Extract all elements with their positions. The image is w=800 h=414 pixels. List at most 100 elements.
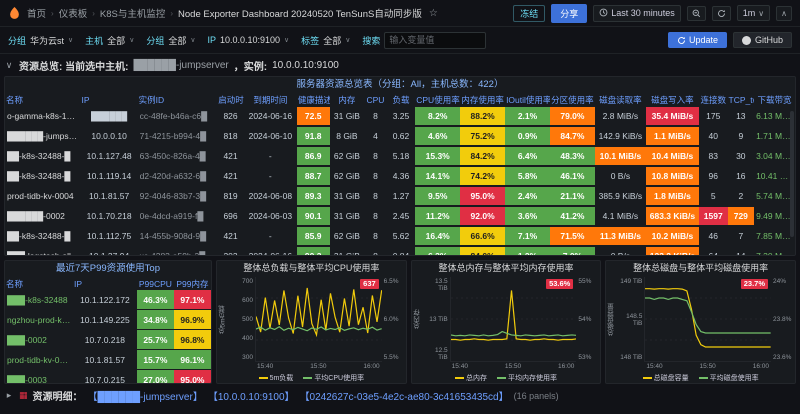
caret-right-icon: ▸ — [4, 390, 14, 401]
github-button[interactable]: GitHub — [733, 32, 792, 48]
legend-item[interactable]: 5m负载 — [259, 373, 294, 383]
column-header[interactable]: 磁盘写入率 — [646, 93, 699, 107]
cell-dr: 0 B/s — [595, 166, 646, 186]
chart-title[interactable]: 整体总磁盘与整体平均磁盘使用率 — [606, 261, 795, 275]
overview-table-title[interactable]: 服务器资源总览表（分组：All，主机总数：422） — [5, 77, 795, 93]
table-row[interactable]: ███-logstash-all10.1.37.94xc-4283-a59b-3… — [5, 246, 795, 256]
plot-area[interactable]: 23.7% — [644, 277, 771, 362]
column-header[interactable]: 到期时间 — [244, 93, 297, 107]
variable-label: 标签 — [301, 34, 319, 47]
cell-tw: 729 — [728, 206, 755, 226]
plot-area[interactable]: 53.6% — [450, 277, 577, 362]
table-scrollbar[interactable] — [790, 111, 794, 237]
collapse-topbar-button[interactable]: ∧ — [776, 6, 792, 21]
cell-dw: 35.4 MiB/s — [646, 107, 699, 126]
cell-tw: 2 — [728, 186, 755, 206]
refresh-icon[interactable] — [712, 6, 731, 21]
caret-down-icon: ∨ — [4, 60, 14, 71]
table-row[interactable]: ███-000310.7.0.21527.0%95.0% — [5, 370, 211, 385]
cell-conn: 175 — [699, 107, 728, 126]
cell-health: 89.3 — [297, 186, 330, 206]
section-resource-overview[interactable]: ∨ 资源总览: 当前选中主机: ██████-jumpserver ，实例: 1… — [4, 57, 796, 74]
section-resource-detail[interactable]: ▸ ▦ 资源明细： 【██████-jumpserver】 【10.0.0.10… — [4, 387, 796, 404]
column-header[interactable]: CPU — [364, 93, 386, 107]
table-row[interactable]: ██-k8s-32488-█10.1.127.4863-450c-826a-4█… — [5, 146, 795, 166]
table-row[interactable]: ███-000210.7.0.21825.7%96.8% — [5, 330, 211, 350]
x-axis-tick: 15:40 — [646, 363, 662, 372]
breadcrumb-item[interactable]: K8S与主机监控 — [100, 6, 165, 20]
p99-table-title[interactable]: 最近7天P99资源使用Top — [5, 261, 211, 277]
plot-area[interactable]: 637 — [255, 277, 382, 362]
update-button[interactable]: Update — [668, 32, 727, 48]
table-row[interactable]: ███-k8s-3248810.1.122.17246.3%97.1% — [5, 290, 211, 310]
column-header[interactable]: 名称 — [5, 277, 73, 290]
variable-1[interactable]: 主机全部∨ — [85, 34, 134, 47]
legend-item[interactable]: 平均磁盘使用率 — [699, 373, 759, 383]
cell-p99-cpu: 25.7% — [137, 330, 174, 350]
cell-io: 6.4% — [505, 146, 550, 166]
column-header[interactable]: P99CPU — [137, 277, 174, 290]
legend-item[interactable]: 总内存 — [455, 373, 487, 383]
cell-exp: 2024-06-16 — [244, 246, 297, 256]
table-row[interactable]: o-gamma-k8s-16235██████cc-48fe-b46a-c6█8… — [5, 107, 795, 126]
chart-title[interactable]: 整体总内存与整体平均内存使用率 — [412, 261, 601, 275]
dashboard-title[interactable]: Node Exporter Dashboard 20240520 TenSunS… — [178, 6, 422, 20]
cell-up: 818 — [217, 126, 244, 146]
legend-item[interactable]: 平均CPU使用率 — [303, 373, 364, 383]
column-header[interactable]: P99内存 — [174, 277, 211, 290]
legend-swatch — [455, 377, 464, 379]
table-row[interactable]: ██████-000210.1.70.2180e-4dcd-a919-f█696… — [5, 206, 795, 226]
column-header[interactable]: IP — [81, 93, 138, 107]
variable-3[interactable]: IP10.0.0.10:9100∨ — [207, 35, 289, 45]
variables-bar: 分组华为云st∨ 主机全部∨ 分组全部∨ IP10.0.0.10:9100∨ 标签全部∨… — [0, 27, 800, 54]
grafana-logo-icon[interactable] — [8, 7, 21, 20]
column-header[interactable]: 健康描述 — [297, 93, 330, 107]
table-row[interactable]: ██-k8s-32488-█10.1.112.7514-455b-908d-9█… — [5, 226, 795, 246]
cell-load: 1.27 — [387, 186, 416, 206]
cell-dr: 10.1 MiB/s — [595, 146, 646, 166]
column-header[interactable]: TCP_tw — [728, 93, 755, 107]
variable-2[interactable]: 分组全部∨ — [146, 34, 195, 47]
variable-5[interactable]: 搜索 — [362, 32, 486, 49]
cell-p99-cpu: 27.0% — [137, 370, 174, 385]
variable-search-input[interactable] — [384, 32, 486, 49]
table-row[interactable]: ██-k8s-32488-█10.1.119.14d2-420d-a632-6█… — [5, 166, 795, 186]
cell-tw: 14 — [728, 246, 755, 256]
freeze-button[interactable]: 冻结 — [513, 5, 545, 22]
table-row[interactable]: ██████-jumpserver10.0.0.1071-4215-b994-4… — [5, 126, 795, 146]
column-header[interactable]: 实例ID — [138, 93, 218, 107]
breadcrumb-item[interactable]: 仪表板 — [59, 6, 88, 20]
column-header[interactable]: 启动时间 — [217, 93, 244, 107]
variable-0[interactable]: 分组华为云st∨ — [8, 34, 73, 47]
column-header[interactable]: 内存使用率 — [460, 93, 505, 107]
table-row[interactable]: prod-tidb-kv-000410.1.81.5715.7%96.1% — [5, 350, 211, 370]
time-range-picker[interactable]: Last 30 minutes — [593, 5, 681, 22]
share-button[interactable]: 分享 — [551, 4, 587, 23]
cell-exp: 2024-06-08 — [244, 186, 297, 206]
column-header[interactable]: CPU使用率 — [415, 93, 460, 107]
column-header[interactable]: IP — [73, 277, 137, 290]
favorite-star-icon[interactable]: ☆ — [429, 8, 438, 19]
cell-dw: 10.8 MiB/s — [646, 166, 699, 186]
cell-mem: 31 GiB — [330, 206, 365, 226]
variable-4[interactable]: 标签全部∨ — [301, 34, 350, 47]
column-header[interactable]: 连接数 — [699, 93, 728, 107]
cell-dw: 1.8 MiB/s — [646, 186, 699, 206]
legend-item[interactable]: 总磁盘容量 — [643, 373, 689, 383]
column-header[interactable]: 磁盘读取率 — [595, 93, 646, 107]
cell-tw: 9 — [728, 126, 755, 146]
column-header[interactable]: 分区使用率 — [550, 93, 595, 107]
legend-item[interactable]: 平均内存使用率 — [497, 373, 557, 383]
column-header[interactable]: 内存 — [330, 93, 365, 107]
table-row[interactable]: prod-tidb-kv-000410.1.81.5792-4046-83b7-… — [5, 186, 795, 206]
refresh-interval-dropdown[interactable]: 1m ∨ — [737, 5, 770, 21]
column-header[interactable]: 下载带宽 — [754, 93, 795, 107]
breadcrumb-item[interactable]: 首页 — [27, 6, 46, 20]
chart-title[interactable]: 整体总负载与整体平均CPU使用率 — [217, 261, 406, 275]
table-row[interactable]: ngzhou-prod-k8s-110.1.149.22534.8%96.9% — [5, 310, 211, 330]
column-header[interactable]: IOutil使用率 — [505, 93, 550, 107]
zoom-out-icon[interactable] — [687, 6, 706, 21]
column-header[interactable]: 名称 — [5, 93, 81, 107]
column-header[interactable]: 负载 — [387, 93, 416, 107]
x-axis-ticks: 15:4015:5016:00 — [217, 362, 406, 372]
